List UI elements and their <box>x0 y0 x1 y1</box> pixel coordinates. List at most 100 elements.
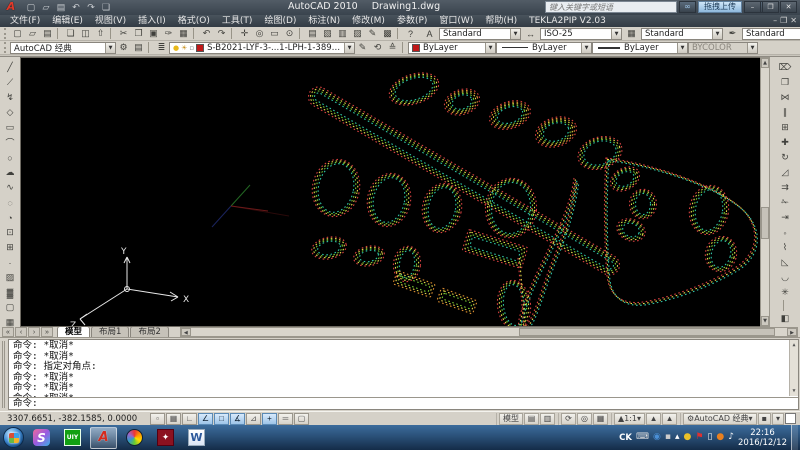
upload-button[interactable]: 拖拽上传 <box>698 1 742 13</box>
quickcalc-button[interactable]: ▩ <box>380 27 395 40</box>
spline-button[interactable]: ∿ <box>3 180 18 195</box>
coin-icon[interactable]: ● <box>684 433 692 442</box>
orange-dot-icon[interactable]: ● <box>716 433 724 442</box>
table-style-combo[interactable]: Standard▼ <box>641 28 723 40</box>
menu-item-10[interactable]: 窗口(W) <box>433 16 479 26</box>
color-combo[interactable]: ByLayer ▼ <box>408 42 496 54</box>
menu-item-7[interactable]: 标注(N) <box>302 16 346 26</box>
menu-item-2[interactable]: 视图(V) <box>89 16 132 26</box>
new-button[interactable]: ▢ <box>24 1 38 14</box>
start-button[interactable] <box>3 427 24 448</box>
construction-line-button[interactable]: ⟋ <box>3 75 18 90</box>
array-button[interactable]: ⊞ <box>778 120 793 135</box>
tool-palettes-button[interactable]: ▥ <box>335 27 350 40</box>
explode-button[interactable]: ✳ <box>778 285 793 300</box>
status-toggle-snap[interactable]: ▫ <box>150 413 165 425</box>
sheet-set-manager-button[interactable]: ▨ <box>350 27 365 40</box>
gradient-button[interactable]: ▓ <box>3 285 18 300</box>
break-button[interactable]: ⌇ <box>778 240 793 255</box>
menu-item-5[interactable]: 工具(T) <box>216 16 259 26</box>
trim-button[interactable]: ✁ <box>778 195 793 210</box>
redo-button[interactable]: ↷ <box>84 1 98 14</box>
command-prompt[interactable]: 命令: <box>9 397 798 409</box>
cut-button[interactable]: ✂ <box>116 27 131 40</box>
alert-icon[interactable]: ⚑ <box>695 433 703 442</box>
rotate-button[interactable]: ↻ <box>778 150 793 165</box>
workspace-combo[interactable]: AutoCAD 经典 ▼ <box>10 42 116 54</box>
search-input[interactable] <box>545 1 677 13</box>
plot-button[interactable]: ❏ <box>63 27 78 40</box>
layer-combo[interactable]: ●☀▫ S-B2021-LYF-3-...1-LPH-1-389242 ▼ <box>169 42 355 54</box>
plot-preview-button[interactable]: ◫ <box>78 27 93 40</box>
open-button[interactable]: ▱ <box>25 27 40 40</box>
quick-view-drawings-button[interactable]: ▥ <box>540 413 555 425</box>
status-toggle-osnap[interactable]: □ <box>214 413 229 425</box>
save-button[interactable]: ▤ <box>40 27 55 40</box>
menu-item-9[interactable]: 参数(P) <box>391 16 433 26</box>
erase-button[interactable]: ⌦ <box>778 60 793 75</box>
block-editor-button[interactable]: ▦ <box>176 27 191 40</box>
phone-icon[interactable]: ▯ <box>707 433 712 442</box>
move-button[interactable]: ✚ <box>778 135 793 150</box>
stretch-button[interactable]: ⇉ <box>778 180 793 195</box>
rectangle-button[interactable]: ▭ <box>3 120 18 135</box>
open-button[interactable]: ▱ <box>39 1 53 14</box>
new-button[interactable]: ▢ <box>10 27 25 40</box>
zoom-status-button[interactable]: ◎ <box>577 413 592 425</box>
text-style-combo[interactable]: Standard▼ <box>439 28 521 40</box>
doc-close-button[interactable]: ✕ <box>790 15 797 27</box>
workspace-switch-button[interactable]: ⚙ AutoCAD 经典 ▾ <box>683 413 757 425</box>
dim-style-dialog-button[interactable]: ↔ <box>523 27 538 40</box>
app-uiy[interactable]: UIY <box>59 427 86 449</box>
layer-properties-button[interactable]: ≣ <box>154 41 169 54</box>
status-toggle-polar[interactable]: ∠ <box>198 413 213 425</box>
properties-button[interactable]: ▤ <box>305 27 320 40</box>
usb-icon[interactable]: ▪ <box>665 433 671 442</box>
tab-prev-button[interactable]: ‹ <box>15 327 27 337</box>
zoom-realtime-button[interactable]: ◎ <box>252 27 267 40</box>
plot-button[interactable]: ❏ <box>99 1 113 14</box>
status-toggle-otrack[interactable]: ∡ <box>230 413 245 425</box>
lineweight-combo[interactable]: ByLayer ▼ <box>592 42 688 54</box>
command-scrollbar[interactable]: ▲▼ <box>789 340 798 396</box>
layer-states-button[interactable]: ≙ <box>385 41 400 54</box>
workspace-settings-button[interactable]: ⚙ <box>116 41 131 54</box>
polyline-button[interactable]: ↯ <box>3 90 18 105</box>
menu-item-12[interactable]: TEKLA2PIP V2.03 <box>523 16 612 26</box>
vertical-scroll-thumb[interactable] <box>761 207 769 239</box>
dim-style-combo[interactable]: ISO-25▼ <box>540 28 622 40</box>
paste-button[interactable]: ▣ <box>146 27 161 40</box>
break-at-point-button[interactable]: ◦ <box>778 225 793 240</box>
tray-expand-icon[interactable]: ▴ <box>675 433 680 442</box>
undo-button[interactable]: ↶ <box>199 27 214 40</box>
status-toggle-grid[interactable]: ▦ <box>166 413 181 425</box>
tab-model[interactable]: 模型 <box>57 326 90 337</box>
scroll-down-icon[interactable]: ▼ <box>761 316 769 326</box>
horizontal-scroll-thumb[interactable] <box>519 328 775 336</box>
table-style-dialog-button[interactable]: ▦ <box>624 27 639 40</box>
copy-button[interactable]: ❐ <box>778 75 793 90</box>
menu-item-0[interactable]: 文件(F) <box>4 16 46 26</box>
minimize-button[interactable]: – <box>744 1 761 13</box>
menu-item-3[interactable]: 插入(I) <box>132 16 172 26</box>
region-button[interactable]: ▢ <box>3 300 18 315</box>
menu-item-4[interactable]: 格式(O) <box>172 16 216 26</box>
app-reader[interactable]: ✦ <box>152 427 179 449</box>
status-toggle-dyn[interactable]: + <box>262 413 277 425</box>
fillet-button[interactable]: ◡ <box>778 270 793 285</box>
drawing-canvas[interactable]: YXZ <box>20 57 760 327</box>
offset-button[interactable]: ∥ <box>778 105 793 120</box>
vertical-scrollbar[interactable]: ▲ ▼ <box>760 57 770 327</box>
circle-button[interactable]: ○ <box>3 150 18 165</box>
make-block-button[interactable]: ⊞ <box>3 240 18 255</box>
tab-next-button[interactable]: › <box>28 327 40 337</box>
status-toggle-lwt[interactable]: ═ <box>278 413 293 425</box>
keyboard-icon[interactable]: ⌨ <box>636 433 649 442</box>
pan-status-button[interactable]: ⟳ <box>561 413 576 425</box>
polygon-button[interactable]: ◇ <box>3 105 18 120</box>
close-button[interactable]: ✕ <box>780 1 797 13</box>
annotation-scale-button[interactable]: ▲ 1:1 ▾ <box>614 413 645 425</box>
app-autocad[interactable]: A <box>90 427 117 449</box>
cloud-icon[interactable]: ∞ <box>679 1 696 13</box>
zoom-previous-button[interactable]: ⊙ <box>282 27 297 40</box>
